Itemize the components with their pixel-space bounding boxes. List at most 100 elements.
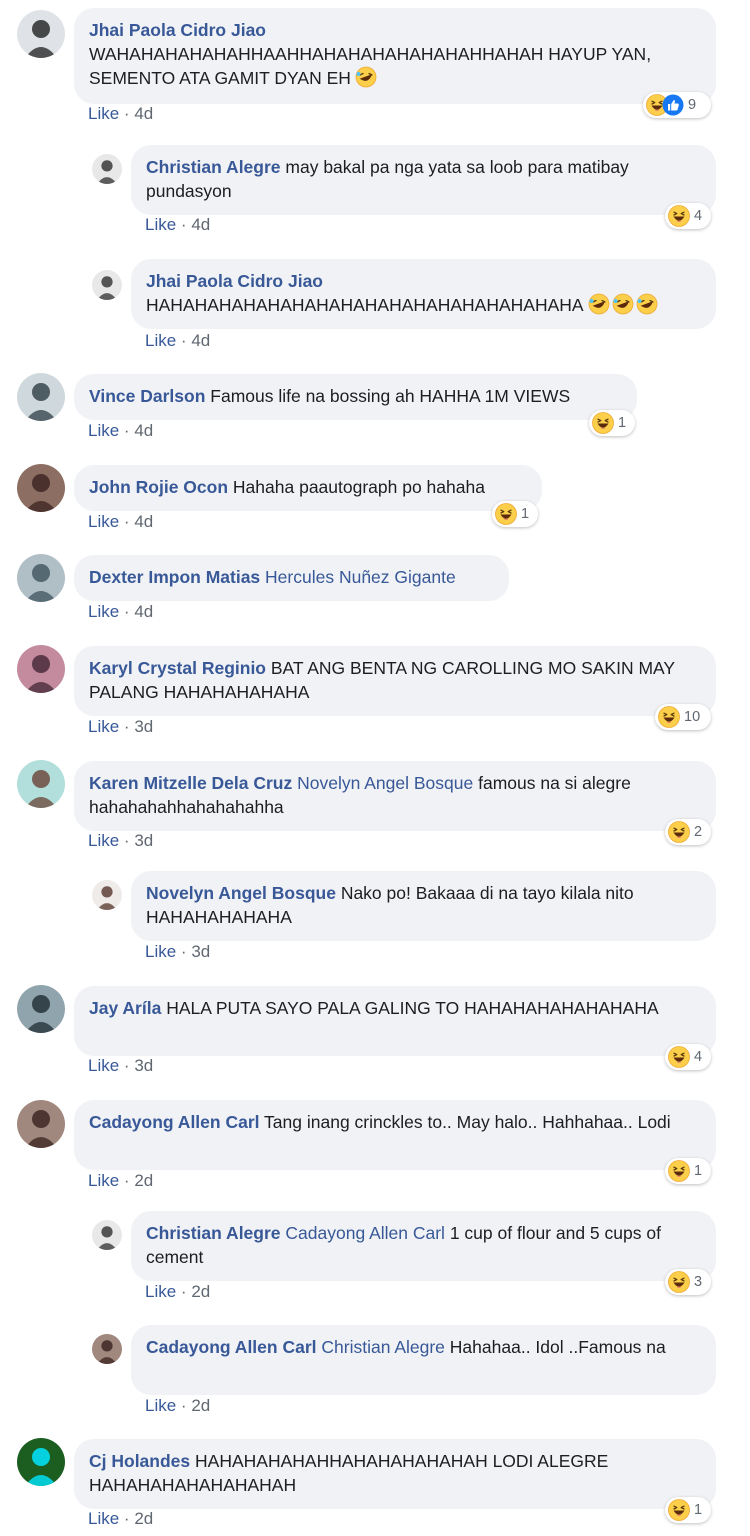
comment-text: Tang inang crinckles to.. May halo.. Hah… <box>264 1112 671 1132</box>
avatar[interactable] <box>17 464 65 512</box>
reaction-summary[interactable]: 3 <box>665 1269 711 1295</box>
mentioned-user-link[interactable]: Cadayong Allen Carl <box>285 1223 445 1243</box>
comment-bubble: Dexter Impon Matias Hercules Nuñez Gigan… <box>74 555 509 601</box>
avatar[interactable] <box>17 554 65 602</box>
commenter-name[interactable]: Cj Holandes <box>89 1451 190 1471</box>
reaction-summary[interactable]: 10 <box>655 704 711 730</box>
commenter-name[interactable]: Jhai Paola Cidro Jiao <box>146 271 323 291</box>
avatar[interactable] <box>17 373 65 421</box>
avatar[interactable] <box>92 270 122 300</box>
timestamp[interactable]: 2d <box>134 1171 153 1190</box>
rofl-emoji-icon <box>636 293 658 315</box>
reaction-count: 1 <box>618 415 627 431</box>
avatar[interactable] <box>17 760 65 808</box>
comment-meta: Like · 3d <box>88 1056 153 1076</box>
like-link[interactable]: Like <box>145 1396 176 1415</box>
comment-text: HAHAHAHAHAHAHAHAHAHAHAHAHAHAHAHAHAHA <box>146 295 584 315</box>
mentioned-user-link[interactable]: Christian Alegre <box>321 1337 445 1357</box>
commenter-name[interactable]: Jay Aríla <box>89 998 161 1018</box>
comment-meta: Like · 4d <box>88 602 153 622</box>
like-link[interactable]: Like <box>88 831 119 850</box>
comment-bubble: Cadayong Allen Carl Christian Alegre Hah… <box>131 1325 716 1395</box>
commenter-name[interactable]: Cadayong Allen Carl <box>89 1112 260 1132</box>
commenter-name[interactable]: Christian Alegre <box>146 157 281 177</box>
reaction-summary[interactable]: 4 <box>665 203 711 229</box>
reaction-summary[interactable]: 1 <box>492 501 538 527</box>
avatar[interactable] <box>17 985 65 1033</box>
mentioned-user-link[interactable]: Hercules Nuñez Gigante <box>265 567 456 587</box>
rofl-emoji-icon <box>612 293 634 315</box>
like-link[interactable]: Like <box>88 1509 119 1528</box>
comment-meta: Like · 2d <box>88 1509 153 1529</box>
haha-icon <box>592 412 614 434</box>
timestamp[interactable]: 2d <box>191 1282 210 1301</box>
comment-text: Hahahaa.. Idol ..Famous na <box>449 1337 666 1357</box>
separator-dot: · <box>123 421 130 440</box>
comment-meta: Like · 4d <box>145 331 210 351</box>
avatar[interactable] <box>92 1220 122 1250</box>
avatar[interactable] <box>92 880 122 910</box>
timestamp[interactable]: 2d <box>134 1509 153 1528</box>
reaction-summary[interactable]: 4 <box>665 1044 711 1070</box>
like-link[interactable]: Like <box>88 512 119 531</box>
avatar[interactable] <box>92 1334 122 1364</box>
timestamp[interactable]: 4d <box>134 104 153 123</box>
comment-meta: Like · 3d <box>88 717 153 737</box>
mentioned-user-link[interactable]: Novelyn Angel Bosque <box>297 773 473 793</box>
timestamp[interactable]: 4d <box>134 421 153 440</box>
like-link[interactable]: Like <box>145 942 176 961</box>
separator-dot: · <box>123 1056 130 1075</box>
haha-icon <box>658 706 680 728</box>
timestamp[interactable]: 3d <box>191 942 210 961</box>
like-link[interactable]: Like <box>88 1171 119 1190</box>
commenter-name[interactable]: John Rojie Ocon <box>89 477 228 497</box>
commenter-name[interactable]: Cadayong Allen Carl <box>146 1337 317 1357</box>
timestamp[interactable]: 3d <box>134 1056 153 1075</box>
avatar[interactable] <box>17 645 65 693</box>
reaction-summary[interactable]: 9 <box>643 92 711 118</box>
haha-icon <box>668 1160 690 1182</box>
rofl-emoji-icon <box>588 293 610 315</box>
avatar[interactable] <box>92 154 122 184</box>
like-link[interactable]: Like <box>88 421 119 440</box>
timestamp[interactable]: 4d <box>191 331 210 350</box>
haha-icon <box>668 821 690 843</box>
reaction-summary[interactable]: 1 <box>665 1497 711 1523</box>
like-link[interactable]: Like <box>88 1056 119 1075</box>
timestamp[interactable]: 4d <box>191 215 210 234</box>
commenter-name[interactable]: Novelyn Angel Bosque <box>146 883 336 903</box>
like-link[interactable]: Like <box>88 717 119 736</box>
commenter-name[interactable]: Vince Darlson <box>89 386 205 406</box>
avatar[interactable] <box>17 10 65 58</box>
like-link[interactable]: Like <box>145 1282 176 1301</box>
commenter-name[interactable]: Christian Alegre <box>146 1223 281 1243</box>
reaction-count: 2 <box>694 824 703 840</box>
like-link[interactable]: Like <box>88 602 119 621</box>
reaction-count: 1 <box>521 506 530 522</box>
reaction-summary[interactable]: 1 <box>589 410 635 436</box>
comment-bubble: Jhai Paola Cidro Jiao WAHAHAHAHAHAHHAAHH… <box>74 8 716 104</box>
timestamp[interactable]: 4d <box>134 602 153 621</box>
commenter-name[interactable]: Dexter Impon Matias <box>89 567 260 587</box>
timestamp[interactable]: 2d <box>191 1396 210 1415</box>
haha-icon <box>668 1271 690 1293</box>
comment-bubble: Karyl Crystal Reginio BAT ANG BENTA NG C… <box>74 646 716 716</box>
reaction-count: 3 <box>694 1274 703 1290</box>
commenter-name[interactable]: Karyl Crystal Reginio <box>89 658 266 678</box>
reaction-summary[interactable]: 1 <box>665 1158 711 1184</box>
timestamp[interactable]: 3d <box>134 717 153 736</box>
commenter-name[interactable]: Karen Mitzelle Dela Cruz <box>89 773 292 793</box>
commenter-name[interactable]: Jhai Paola Cidro Jiao <box>89 20 266 40</box>
reaction-summary[interactable]: 2 <box>665 819 711 845</box>
comment-bubble: Cadayong Allen Carl Tang inang crinckles… <box>74 1100 716 1170</box>
timestamp[interactable]: 4d <box>134 512 153 531</box>
avatar[interactable] <box>17 1100 65 1148</box>
separator-dot: · <box>123 1509 130 1528</box>
comment-bubble: Jhai Paola Cidro Jiao HAHAHAHAHAHAHAHAHA… <box>131 259 716 329</box>
like-link[interactable]: Like <box>145 331 176 350</box>
timestamp[interactable]: 3d <box>134 831 153 850</box>
avatar[interactable] <box>17 1438 65 1486</box>
like-link[interactable]: Like <box>88 104 119 123</box>
like-link[interactable]: Like <box>145 215 176 234</box>
separator-dot: · <box>123 104 130 123</box>
